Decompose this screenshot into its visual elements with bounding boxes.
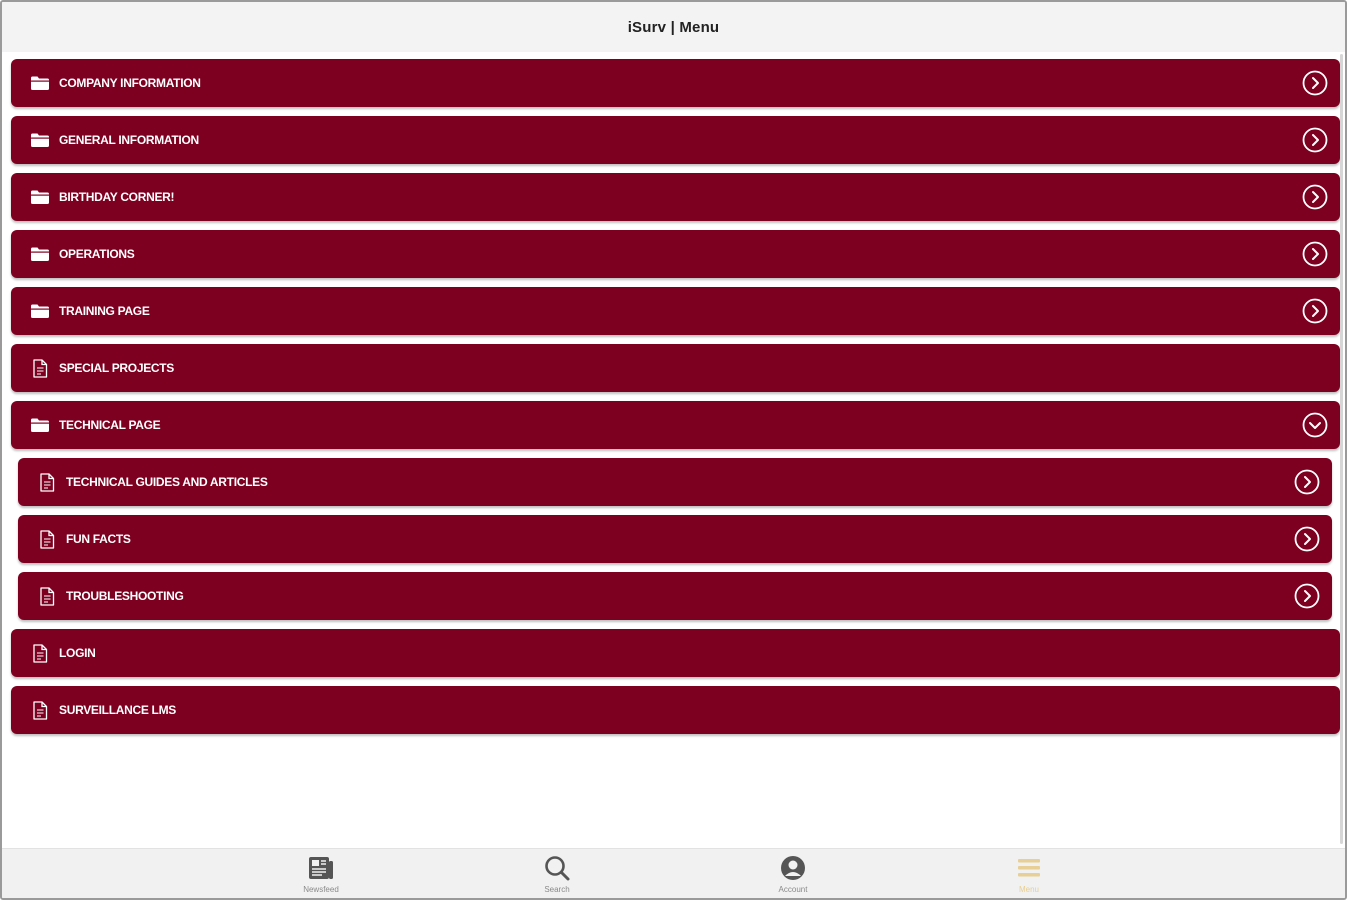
folder-icon <box>29 129 51 151</box>
document-icon <box>36 471 58 493</box>
chevron-right-circle-icon[interactable] <box>1294 469 1320 495</box>
menu-item-technical-page[interactable]: TECHNICAL PAGE <box>11 401 1340 449</box>
menu-item-login[interactable]: LOGIN <box>11 629 1340 677</box>
chevron-right-circle-icon[interactable] <box>1302 241 1328 267</box>
tab-search[interactable]: Search <box>507 849 607 898</box>
menu-item-special-projects[interactable]: SPECIAL PROJECTS <box>11 344 1340 392</box>
tab-account[interactable]: Account <box>743 849 843 898</box>
menu-item-label: TECHNICAL PAGE <box>59 418 161 432</box>
menu-item-label: LOGIN <box>59 646 96 660</box>
menu-item-label: FUN FACTS <box>66 532 131 546</box>
document-icon <box>29 699 51 721</box>
chevron-right-circle-icon[interactable] <box>1302 298 1328 324</box>
menu-icon <box>1014 853 1044 883</box>
menu-item-label: TRAINING PAGE <box>59 304 150 318</box>
menu-item-label: OPERATIONS <box>59 247 135 261</box>
page-title: iSurv | Menu <box>627 18 720 36</box>
folder-icon <box>29 243 51 265</box>
scrollbar[interactable] <box>1340 54 1343 844</box>
chevron-right-circle-icon[interactable] <box>1302 70 1328 96</box>
document-icon <box>29 642 51 664</box>
folder-icon <box>29 414 51 436</box>
menu-item-label: TECHNICAL GUIDES AND ARTICLES <box>66 475 268 489</box>
folder-icon <box>29 72 51 94</box>
chevron-right-circle-icon[interactable] <box>1302 184 1328 210</box>
newspaper-icon <box>306 853 336 883</box>
menu-item-surveillance-lms[interactable]: SURVEILLANCE LMS <box>11 686 1340 734</box>
tab-menu[interactable]: Menu <box>979 849 1079 898</box>
tab-label: Newsfeed <box>303 885 339 894</box>
menu-item-company-information[interactable]: COMPANY INFORMATION <box>11 59 1340 107</box>
tab-bar: Newsfeed Search Account Menu <box>2 848 1345 898</box>
search-icon <box>542 853 572 883</box>
tab-newsfeed[interactable]: Newsfeed <box>271 849 371 898</box>
menu-item-label: COMPANY INFORMATION <box>59 76 201 90</box>
menu-item-label: SPECIAL PROJECTS <box>59 361 175 375</box>
document-icon <box>36 585 58 607</box>
submenu-item-fun-facts[interactable]: FUN FACTS <box>18 515 1332 563</box>
menu-item-general-information[interactable]: GENERAL INFORMATION <box>11 116 1340 164</box>
menu-item-training-page[interactable]: TRAINING PAGE <box>11 287 1340 335</box>
menu-item-label: GENERAL INFORMATION <box>59 133 199 147</box>
menu-item-label: BIRTHDAY CORNER! <box>59 190 175 204</box>
tab-label: Menu <box>1018 885 1039 894</box>
menu-item-label: TROUBLESHOOTING <box>66 589 184 603</box>
title-bar: iSurv | Menu <box>2 2 1345 52</box>
folder-icon <box>29 186 51 208</box>
folder-icon <box>29 300 51 322</box>
tab-label: Search <box>544 885 570 894</box>
document-icon <box>36 528 58 550</box>
submenu-item-technical-guides-and-articles[interactable]: TECHNICAL GUIDES AND ARTICLES <box>18 458 1332 506</box>
menu-item-operations[interactable]: OPERATIONS <box>11 230 1340 278</box>
document-icon <box>29 357 51 379</box>
chevron-right-circle-icon[interactable] <box>1294 583 1320 609</box>
menu-item-birthday-corner[interactable]: BIRTHDAY CORNER! <box>11 173 1340 221</box>
chevron-right-circle-icon[interactable] <box>1302 127 1328 153</box>
chevron-down-circle-icon[interactable] <box>1302 412 1328 438</box>
menu-list: COMPANY INFORMATION GENERAL INFORMATION … <box>2 52 1345 850</box>
chevron-right-circle-icon[interactable] <box>1294 526 1320 552</box>
submenu-item-troubleshooting[interactable]: TROUBLESHOOTING <box>18 572 1332 620</box>
menu-item-label: SURVEILLANCE LMS <box>59 703 176 717</box>
app-window: iSurv | Menu COMPANY INFORMATION GENERAL… <box>0 0 1347 900</box>
tab-label: Account <box>778 885 808 894</box>
account-icon <box>778 853 808 883</box>
